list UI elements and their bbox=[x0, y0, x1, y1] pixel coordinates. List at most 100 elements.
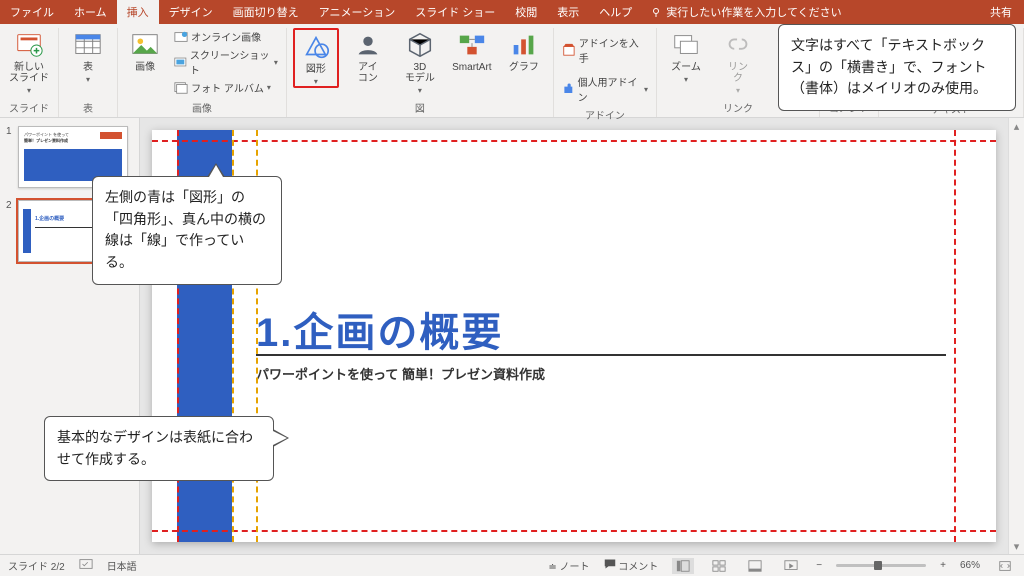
picture-button[interactable]: 画像 bbox=[124, 28, 166, 73]
tab-design[interactable]: デザイン bbox=[159, 0, 223, 24]
tab-home[interactable]: ホーム bbox=[64, 0, 117, 24]
view-sorter-button[interactable] bbox=[708, 558, 730, 574]
comments-label: コメント bbox=[618, 562, 658, 573]
thumb-blue-bar bbox=[23, 209, 31, 253]
album-label: フォト アルバム bbox=[191, 80, 264, 95]
shapes-icon bbox=[301, 32, 331, 62]
callout-textbox: 文字はすべて「テキストボックス」の「横書き」で、フォント（書体）はメイリオのみ使… bbox=[778, 24, 1016, 111]
group-illustrations: 図形 ▾ アイ コン 3D モデル ▾ SmartArt グラフ 図 bbox=[287, 28, 554, 117]
slide-title[interactable]: 1.企画の概要 bbox=[256, 300, 503, 358]
icons-button[interactable]: アイ コン bbox=[345, 28, 391, 84]
status-bar: スライド 2/2 日本語 ≐ ノート コメント − + 66% bbox=[0, 554, 1024, 576]
online-pictures-button[interactable]: オンライン画像 bbox=[172, 28, 280, 45]
comment-bubble-icon bbox=[604, 558, 616, 570]
screenshot-label: スクリーンショット bbox=[190, 47, 271, 77]
callout-textbox-text: 文字はすべて「テキストボックス」の「横書き」で、フォント（書体）はメイリオのみ使… bbox=[791, 37, 987, 96]
smartart-icon bbox=[457, 30, 487, 60]
zoom-label: ズーム bbox=[671, 62, 701, 73]
3d-label: 3D モデル bbox=[405, 62, 435, 84]
zoom-in-button[interactable]: + bbox=[940, 560, 946, 571]
tab-animations[interactable]: アニメーション bbox=[309, 0, 406, 24]
group-label-slide: スライド bbox=[9, 98, 49, 115]
zoom-button[interactable]: ズーム ▾ bbox=[663, 28, 709, 84]
callout-shapes: 左側の青は「図形」の「四角形」、真ん中の横の線は「線」で作っている。 bbox=[92, 176, 282, 285]
shapes-button[interactable]: 図形 ▾ bbox=[293, 28, 339, 88]
thumb-number: 2 bbox=[6, 200, 14, 262]
tab-bar: ファイル ホーム 挿入 デザイン 画面切り替え アニメーション スライド ショー… bbox=[0, 0, 1024, 24]
screenshot-button[interactable]: スクリーンショット▾ bbox=[172, 46, 280, 78]
zoom-value[interactable]: 66% bbox=[960, 560, 980, 571]
picture-label: 画像 bbox=[135, 62, 155, 73]
notes-button[interactable]: ≐ ノート bbox=[548, 558, 589, 573]
link-button[interactable]: リン ク ▾ bbox=[715, 28, 761, 95]
status-language[interactable]: 日本語 bbox=[107, 558, 137, 573]
share-button[interactable]: 共有 bbox=[984, 0, 1018, 24]
photo-album-button[interactable]: フォト アルバム▾ bbox=[172, 79, 280, 96]
fit-to-window-button[interactable] bbox=[994, 558, 1016, 574]
tab-file[interactable]: ファイル bbox=[0, 0, 64, 24]
scroll-down-icon[interactable]: ▾ bbox=[1009, 538, 1024, 554]
my-addins-label: 個人用アドイン bbox=[578, 74, 641, 104]
get-addins-button[interactable]: アドインを入手 bbox=[560, 34, 650, 66]
picture-icon bbox=[130, 30, 160, 60]
group-table: 表 ▾ 表 bbox=[59, 28, 118, 117]
view-slideshow-button[interactable] bbox=[780, 558, 802, 574]
tab-view[interactable]: 表示 bbox=[547, 0, 589, 24]
link-icon bbox=[723, 30, 753, 60]
album-icon bbox=[174, 81, 188, 95]
callout-design-text: 基本的なデザインは表紙に合わせて作成する。 bbox=[57, 429, 253, 467]
3d-models-button[interactable]: 3D モデル ▾ bbox=[397, 28, 443, 95]
chevron-down-icon: ▾ bbox=[27, 86, 31, 95]
get-addins-label: アドインを入手 bbox=[579, 35, 648, 65]
group-addins: アドインを入手 個人用アドイン▾ アドイン bbox=[554, 28, 657, 117]
group-label-illust: 図 bbox=[415, 98, 425, 115]
icons-icon bbox=[353, 30, 383, 60]
zoom-out-button[interactable]: − bbox=[816, 560, 822, 571]
slide-divider-line[interactable] bbox=[256, 354, 946, 356]
zoom-slide-icon bbox=[671, 30, 701, 60]
lightbulb-icon bbox=[650, 6, 662, 18]
table-icon bbox=[73, 30, 103, 60]
scroll-up-icon[interactable]: ▴ bbox=[1009, 118, 1024, 134]
smartart-button[interactable]: SmartArt bbox=[449, 28, 495, 73]
tab-transitions[interactable]: 画面切り替え bbox=[223, 0, 309, 24]
table-label: 表 bbox=[83, 62, 93, 73]
zoom-slider-thumb[interactable] bbox=[874, 561, 882, 570]
view-reading-button[interactable] bbox=[744, 558, 766, 574]
comments-button[interactable]: コメント bbox=[604, 558, 659, 573]
smartart-label: SmartArt bbox=[452, 62, 491, 73]
callout-shapes-text: 左側の青は「図形」の「四角形」、真ん中の横の線は「線」で作っている。 bbox=[105, 189, 266, 270]
new-slide-label: 新しい スライド bbox=[9, 62, 49, 84]
vertical-scrollbar[interactable]: ▴ ▾ bbox=[1008, 118, 1024, 554]
zoom-slider[interactable] bbox=[836, 564, 926, 567]
tab-insert[interactable]: 挿入 bbox=[117, 0, 159, 24]
slide-counter: スライド 2/2 bbox=[8, 558, 65, 573]
chevron-down-icon: ▾ bbox=[86, 75, 90, 84]
thumb-number: 1 bbox=[6, 126, 14, 188]
tab-review[interactable]: 校閲 bbox=[505, 0, 547, 24]
my-addins-button[interactable]: 個人用アドイン▾ bbox=[560, 73, 650, 105]
tell-me-search[interactable]: 実行したい作業を入力してください bbox=[650, 0, 841, 24]
table-button[interactable]: 表 ▾ bbox=[65, 28, 111, 84]
new-slide-button[interactable]: 新しい スライド ▾ bbox=[6, 28, 52, 95]
online-picture-icon bbox=[174, 30, 188, 44]
spellcheck-icon[interactable] bbox=[79, 557, 93, 574]
cube-icon bbox=[405, 30, 435, 60]
chevron-down-icon: ▾ bbox=[314, 77, 318, 86]
link-label: リン ク bbox=[728, 62, 748, 84]
chart-button[interactable]: グラフ bbox=[501, 28, 547, 73]
group-label-link: リンク bbox=[723, 98, 753, 115]
icons-label: アイ コン bbox=[358, 62, 378, 84]
tab-slideshow[interactable]: スライド ショー bbox=[405, 0, 505, 24]
thumb1-line2: 簡単！プレゼン資料作成 bbox=[24, 139, 68, 144]
slide-subtitle[interactable]: パワーポイントを使って 簡単！プレゼン資料作成 bbox=[256, 364, 545, 383]
screenshot-icon bbox=[174, 55, 187, 69]
new-slide-icon bbox=[14, 30, 44, 60]
group-label-image: 画像 bbox=[192, 98, 212, 115]
group-image: 画像 オンライン画像 スクリーンショット▾ フォト アルバム▾ 画像 bbox=[118, 28, 287, 117]
group-label-table: 表 bbox=[83, 98, 93, 115]
store-icon bbox=[562, 43, 576, 57]
thumb2-title: 1.企画の概要 bbox=[35, 215, 64, 222]
view-normal-button[interactable] bbox=[672, 558, 694, 574]
tab-help[interactable]: ヘルプ bbox=[589, 0, 642, 24]
